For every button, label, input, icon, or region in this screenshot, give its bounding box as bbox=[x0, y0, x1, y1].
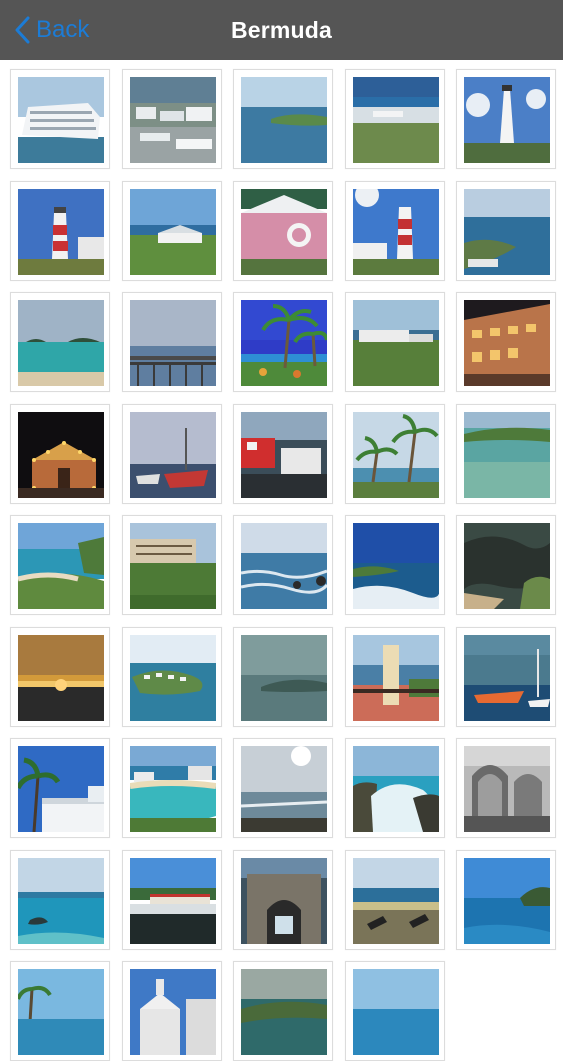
photo-image bbox=[241, 189, 327, 275]
photo-thumbnail[interactable] bbox=[122, 850, 222, 950]
photo-thumbnail[interactable] bbox=[233, 292, 333, 392]
photo-thumbnail[interactable] bbox=[10, 292, 110, 392]
photo-thumbnail[interactable] bbox=[345, 850, 445, 950]
photo-image bbox=[241, 858, 327, 944]
photo-image bbox=[18, 746, 104, 832]
photo-thumbnail[interactable] bbox=[345, 515, 445, 615]
photo-image bbox=[130, 300, 216, 386]
photo-thumbnail[interactable] bbox=[456, 404, 556, 504]
photo-image bbox=[241, 300, 327, 386]
photo-thumbnail[interactable] bbox=[233, 738, 333, 838]
photo-image bbox=[464, 300, 550, 386]
photo-thumbnail[interactable] bbox=[345, 404, 445, 504]
photo-image bbox=[130, 412, 216, 498]
photo-thumbnail[interactable] bbox=[122, 404, 222, 504]
photo-thumbnail[interactable] bbox=[10, 181, 110, 281]
photo-image bbox=[18, 858, 104, 944]
page-title: Bermuda bbox=[230, 16, 333, 43]
photo-thumbnail[interactable] bbox=[345, 961, 445, 1061]
photo-image bbox=[464, 523, 550, 609]
photo-thumbnail[interactable] bbox=[233, 69, 333, 169]
photo-thumbnail[interactable] bbox=[122, 515, 222, 615]
photo-thumbnail[interactable] bbox=[345, 69, 445, 169]
back-label: Back bbox=[36, 16, 90, 43]
navigation-bar: Back Bermuda bbox=[0, 0, 563, 60]
photo-image bbox=[18, 412, 104, 498]
photo-image bbox=[18, 300, 104, 386]
photo-thumbnail[interactable] bbox=[122, 627, 222, 727]
photo-image bbox=[464, 77, 550, 163]
photo-thumbnail[interactable] bbox=[10, 69, 110, 169]
photo-thumbnail[interactable] bbox=[10, 515, 110, 615]
photo-thumbnail[interactable] bbox=[122, 961, 222, 1061]
photo-image bbox=[18, 77, 104, 163]
photo-thumbnail[interactable] bbox=[345, 292, 445, 392]
photo-thumbnail[interactable] bbox=[122, 292, 222, 392]
photo-image bbox=[130, 77, 216, 163]
photo-thumbnail[interactable] bbox=[10, 404, 110, 504]
photo-image bbox=[18, 523, 104, 609]
photo-thumbnail[interactable] bbox=[456, 292, 556, 392]
photo-thumbnail[interactable] bbox=[233, 181, 333, 281]
photo-thumbnail[interactable] bbox=[456, 738, 556, 838]
photo-image bbox=[130, 523, 216, 609]
photo-image bbox=[241, 969, 327, 1055]
photo-image bbox=[241, 412, 327, 498]
photo-thumbnail[interactable] bbox=[122, 181, 222, 281]
photo-image bbox=[464, 746, 550, 832]
photo-thumbnail[interactable] bbox=[345, 627, 445, 727]
photo-thumbnail[interactable] bbox=[10, 627, 110, 727]
photo-image bbox=[353, 412, 439, 498]
photo-thumbnail[interactable] bbox=[456, 627, 556, 727]
chevron-left-icon bbox=[15, 16, 30, 44]
photo-image bbox=[241, 77, 327, 163]
photo-thumbnail[interactable] bbox=[345, 738, 445, 838]
photo-image bbox=[18, 969, 104, 1055]
photo-thumbnail[interactable] bbox=[233, 627, 333, 727]
photo-image bbox=[130, 189, 216, 275]
photo-image bbox=[464, 412, 550, 498]
photo-image bbox=[130, 858, 216, 944]
photo-image bbox=[353, 969, 439, 1055]
photo-thumbnail[interactable] bbox=[456, 69, 556, 169]
photo-thumbnail[interactable] bbox=[456, 515, 556, 615]
photo-image bbox=[18, 635, 104, 721]
back-button[interactable]: Back bbox=[14, 0, 89, 60]
photo-thumbnail[interactable] bbox=[233, 404, 333, 504]
photo-thumbnail[interactable] bbox=[345, 181, 445, 281]
photo-image bbox=[353, 523, 439, 609]
photo-thumbnail[interactable] bbox=[456, 850, 556, 950]
photo-image bbox=[464, 858, 550, 944]
photo-image bbox=[353, 189, 439, 275]
photo-thumbnail[interactable] bbox=[456, 181, 556, 281]
photo-image bbox=[464, 635, 550, 721]
photo-thumbnail[interactable] bbox=[233, 850, 333, 950]
photo-image bbox=[130, 969, 216, 1055]
photo-thumbnail[interactable] bbox=[10, 850, 110, 950]
photo-thumbnail[interactable] bbox=[10, 961, 110, 1061]
photo-image bbox=[353, 77, 439, 163]
photo-image bbox=[353, 300, 439, 386]
photo-image bbox=[130, 635, 216, 721]
photo-thumbnail[interactable] bbox=[122, 738, 222, 838]
photo-image bbox=[353, 746, 439, 832]
photo-image bbox=[241, 523, 327, 609]
photo-image bbox=[18, 189, 104, 275]
photo-image bbox=[241, 635, 327, 721]
photo-thumbnail[interactable] bbox=[233, 961, 333, 1061]
photo-image bbox=[353, 858, 439, 944]
photo-image bbox=[241, 746, 327, 832]
photo-image bbox=[353, 635, 439, 721]
photo-image bbox=[130, 746, 216, 832]
photo-thumbnail[interactable] bbox=[10, 738, 110, 838]
photo-thumbnail[interactable] bbox=[233, 515, 333, 615]
photo-thumbnail[interactable] bbox=[122, 69, 222, 169]
photo-image bbox=[464, 189, 550, 275]
